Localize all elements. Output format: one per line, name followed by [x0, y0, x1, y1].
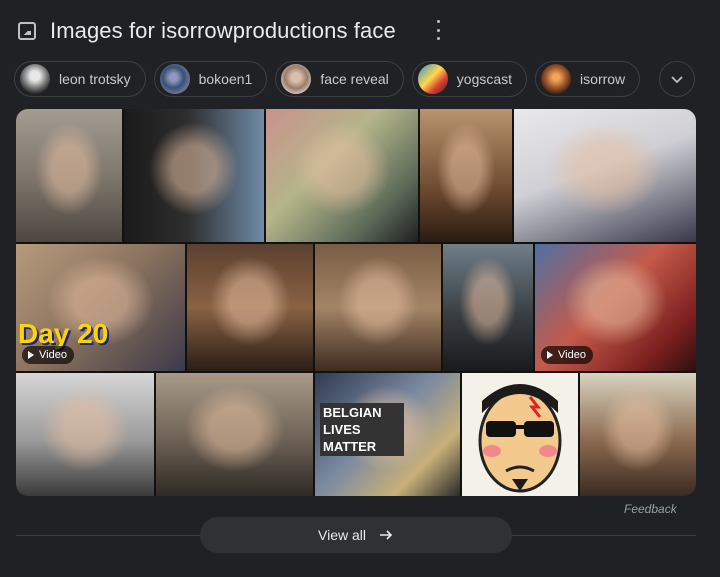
image-result[interactable]	[124, 109, 264, 242]
chip-thumbnail	[159, 64, 190, 94]
cartoon-face-illustration	[478, 384, 562, 493]
images-header: Images for isorrowproductions face	[18, 14, 396, 48]
chip-thumbnail	[281, 64, 312, 94]
chip-label: face reveal	[320, 71, 389, 87]
chip-isorrow[interactable]: isorrow	[535, 61, 641, 97]
divider	[512, 535, 696, 536]
image-result[interactable]	[443, 244, 533, 371]
divider	[16, 535, 200, 536]
image-result-video[interactable]: Video	[535, 244, 696, 371]
image-result[interactable]	[315, 244, 441, 371]
chip-label: yogscast	[456, 71, 513, 87]
chip-yogscast[interactable]: yogscast	[411, 61, 528, 97]
feedback-link[interactable]: Feedback	[624, 502, 677, 516]
expand-chips-button[interactable]	[659, 61, 695, 97]
related-search-chips: leon trotsky bokoen1 face reveal yogscas…	[14, 61, 648, 99]
chip-thumbnail	[20, 64, 50, 94]
image-result[interactable]	[514, 109, 696, 242]
image-result[interactable]	[420, 109, 512, 242]
chip-thumbnail	[541, 64, 572, 94]
chip-thumbnail	[417, 64, 448, 94]
play-icon	[547, 351, 553, 359]
chevron-down-icon	[671, 76, 683, 84]
image-result[interactable]	[187, 244, 313, 371]
image-icon	[18, 22, 36, 40]
video-label: Video	[39, 349, 67, 361]
image-result-video[interactable]: Day 20 Video	[16, 244, 185, 371]
view-all-label: View all	[318, 527, 366, 543]
chip-label: isorrow	[580, 71, 626, 87]
video-badge: Video	[22, 346, 74, 364]
chip-bokoen1[interactable]: bokoen1	[153, 61, 268, 97]
video-badge: Video	[541, 346, 593, 364]
image-result[interactable]	[16, 373, 154, 496]
chip-face-reveal[interactable]: face reveal	[275, 61, 404, 97]
section-title[interactable]: Images for isorrowproductions face	[50, 18, 396, 44]
image-result[interactable]	[580, 373, 696, 496]
view-all-button[interactable]: View all	[200, 517, 512, 553]
sign-overlay-text: BELGIAN LIVES MATTER	[320, 403, 404, 456]
image-result[interactable]	[266, 109, 418, 242]
image-result[interactable]	[16, 109, 122, 242]
image-result[interactable]: BELGIAN LIVES MATTER	[315, 373, 460, 496]
arrow-right-icon	[380, 530, 393, 540]
more-options-icon[interactable]	[432, 20, 444, 40]
chip-label: bokoen1	[198, 71, 253, 87]
video-label: Video	[558, 349, 586, 361]
image-grid: Day 20 Video Video BELGIAN LIVES MATTER	[16, 109, 696, 496]
image-result[interactable]	[156, 373, 313, 496]
play-icon	[28, 351, 34, 359]
chip-label: leon trotsky	[59, 71, 131, 87]
image-result[interactable]	[462, 373, 578, 496]
chip-leon-trotsky[interactable]: leon trotsky	[14, 61, 146, 97]
